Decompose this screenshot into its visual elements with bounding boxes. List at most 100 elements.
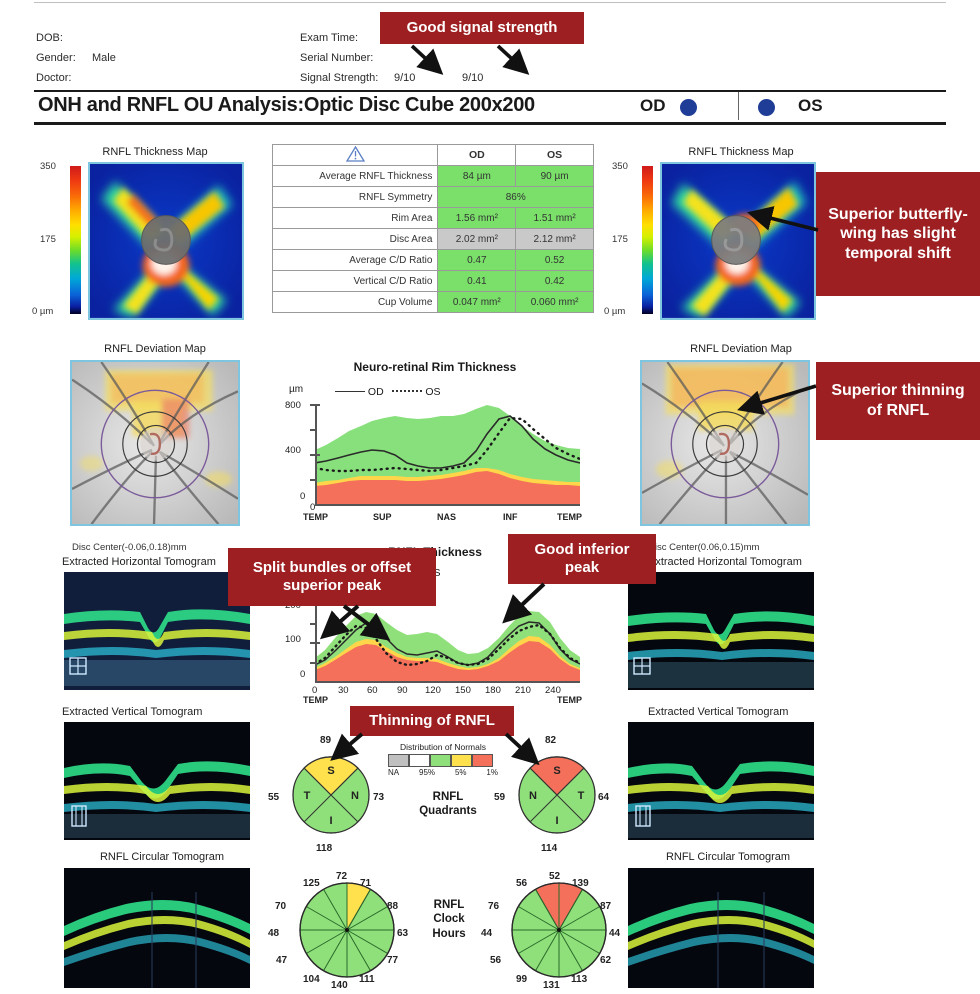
horizontal-tomogram-title-os: Extracted Horizontal Tomogram <box>648 556 802 568</box>
arrow-superior-thinning <box>737 384 817 415</box>
row-label: Average RNFL Thickness <box>271 165 439 187</box>
field-gender: Gender: Male <box>36 48 116 68</box>
distribution-legend: Distribution of Normals NA 95% 5% 1% <box>388 742 498 777</box>
thickness-map-od-image <box>90 164 242 318</box>
xcat-sup: SUP <box>373 512 392 522</box>
thickness-map-os[interactable] <box>660 162 816 320</box>
clock-od-h11: 125 <box>303 878 320 889</box>
swatch-na <box>388 754 409 767</box>
vertical-tomogram-title-od: Extracted Vertical Tomogram <box>62 706 203 718</box>
colorbar-max-os: 350 <box>612 161 628 172</box>
legend-95: 95% <box>419 768 436 777</box>
field-dob: DOB: <box>36 28 116 48</box>
row-od-value: 0.41 <box>437 270 517 292</box>
vertical-tomogram-title-os: Extracted Vertical Tomogram <box>648 706 789 718</box>
thickness-map-title-od: RNFL Thickness Map <box>102 146 208 158</box>
table-row: RNFL Symmetry 86% <box>271 186 594 208</box>
title-rule-bottom <box>34 122 946 125</box>
xcat-temp-right: TEMP <box>557 695 583 705</box>
svg-text:N: N <box>351 790 359 802</box>
row-label: Average C/D Ratio <box>271 249 439 271</box>
rim-thickness-plot <box>315 405 580 504</box>
chart-title: Neuro-retinal Rim Thickness <box>353 360 517 374</box>
page-title: ONH and RNFL OU Analysis:Optic Disc Cube… <box>38 94 535 116</box>
clock-od-h1: 71 <box>360 878 372 889</box>
swatch-5 <box>451 754 472 767</box>
rnfl-quadrants-label: RNFL Quadrants <box>419 791 477 818</box>
colorbar-min-os: 0 µm <box>604 306 626 317</box>
warning-triangle-icon <box>271 144 439 166</box>
thickness-map-os-image <box>662 164 814 318</box>
ytick-800: 800 <box>285 400 301 411</box>
title-rule-top <box>34 90 946 92</box>
deviation-map-title-od: RNFL Deviation Map <box>104 343 206 355</box>
clock-os-h5: 113 <box>571 974 588 985</box>
table-row: Disc Area 2.02 mm² 2.12 mm² <box>271 228 594 250</box>
row-os-value: 2.12 mm² <box>515 228 594 250</box>
row-label: RNFL Symmetry <box>271 186 439 208</box>
legend-od-label: OD <box>367 386 384 398</box>
thickness-map-od[interactable] <box>88 162 244 320</box>
chart-legend: OD OS <box>335 386 441 398</box>
circular-tomogram-od[interactable] <box>64 868 250 988</box>
disc-center-od: Disc Center(-0.06,0.18)mm <box>72 542 187 553</box>
ytick-100: 100 <box>285 634 301 645</box>
od-label: OD <box>640 96 666 115</box>
deviation-map-title-os: RNFL Deviation Map <box>690 343 792 355</box>
legend-na: NA <box>388 768 400 777</box>
quadrant-os-superior-value: 82 <box>545 735 557 746</box>
svg-text:N: N <box>529 790 537 802</box>
colorbar-mid-os: 175 <box>612 234 628 245</box>
svg-text:S: S <box>553 765 560 777</box>
clock-os-h8: 56 <box>490 955 502 966</box>
callout-superior-butterfly-wing: Superior butterfly-wing has slight tempo… <box>816 172 980 296</box>
callout-superior-thinning: Superior thinning of RNFL <box>816 362 980 440</box>
xcat-temp-left: TEMP <box>303 695 329 705</box>
vertical-tomogram-od[interactable] <box>64 722 250 840</box>
colorbar-mid-od: 175 <box>40 234 56 245</box>
ytick-0: 0 <box>300 669 306 680</box>
xcat-temp-right: TEMP <box>557 512 583 522</box>
clock-os-h12: 52 <box>549 871 561 882</box>
swatch-1 <box>472 754 493 767</box>
horizontal-tomogram-os-image <box>628 572 814 690</box>
swatch-normal <box>430 754 451 767</box>
horizontal-tomogram-os[interactable] <box>628 572 814 690</box>
vertical-tomogram-os[interactable] <box>628 722 814 840</box>
legend-os-label: OS <box>425 386 441 398</box>
xtick-210: 210 <box>515 685 531 696</box>
arrow-good-signal-od <box>410 44 530 75</box>
clock-os-h6: 131 <box>543 980 560 991</box>
horizontal-tomogram-od[interactable] <box>64 572 250 690</box>
callout-good-signal-strength: Good signal strength <box>380 12 584 44</box>
dob-label: DOB: <box>36 32 63 44</box>
arrow-split-bundle-right <box>342 604 391 641</box>
circular-tomogram-os[interactable] <box>628 868 814 988</box>
eye-tag-divider <box>738 92 739 120</box>
table-row: Average RNFL Thickness 84 µm 90 µm <box>271 165 594 187</box>
clock-os-h2: 87 <box>600 901 612 912</box>
clock-os-h3: 44 <box>609 928 621 939</box>
gender-value: Male <box>92 52 116 64</box>
clock-hours-pie-od[interactable] <box>295 878 399 982</box>
ytick-0: 0 <box>300 491 306 502</box>
deviation-map-od[interactable] <box>70 360 240 526</box>
deviation-map-od-image <box>72 362 238 524</box>
table-header-row: OD OS <box>271 144 594 166</box>
clock-os-h7: 99 <box>516 974 528 985</box>
xcat-temp-left: TEMP <box>303 512 329 522</box>
quadrant-od-temporal-value: 55 <box>268 792 280 803</box>
clock-hours-pie-os[interactable] <box>507 878 611 982</box>
arrow-thinning-os <box>504 732 540 766</box>
os-label: OS <box>798 96 823 115</box>
top-divider <box>34 2 946 3</box>
row-od-value: 84 µm <box>437 165 517 187</box>
row-os-value: 0.52 <box>515 249 594 271</box>
xtick-30: 30 <box>338 685 349 696</box>
signal-strength-label: Signal Strength: <box>300 72 379 84</box>
clock-os-h10: 76 <box>488 901 500 912</box>
row-od-value: 0.47 <box>437 249 517 271</box>
callout-thinning-of-rnfl: Thinning of RNFL <box>350 706 514 736</box>
clock-od-h8: 47 <box>276 955 288 966</box>
clock-od-h7: 104 <box>303 974 320 985</box>
